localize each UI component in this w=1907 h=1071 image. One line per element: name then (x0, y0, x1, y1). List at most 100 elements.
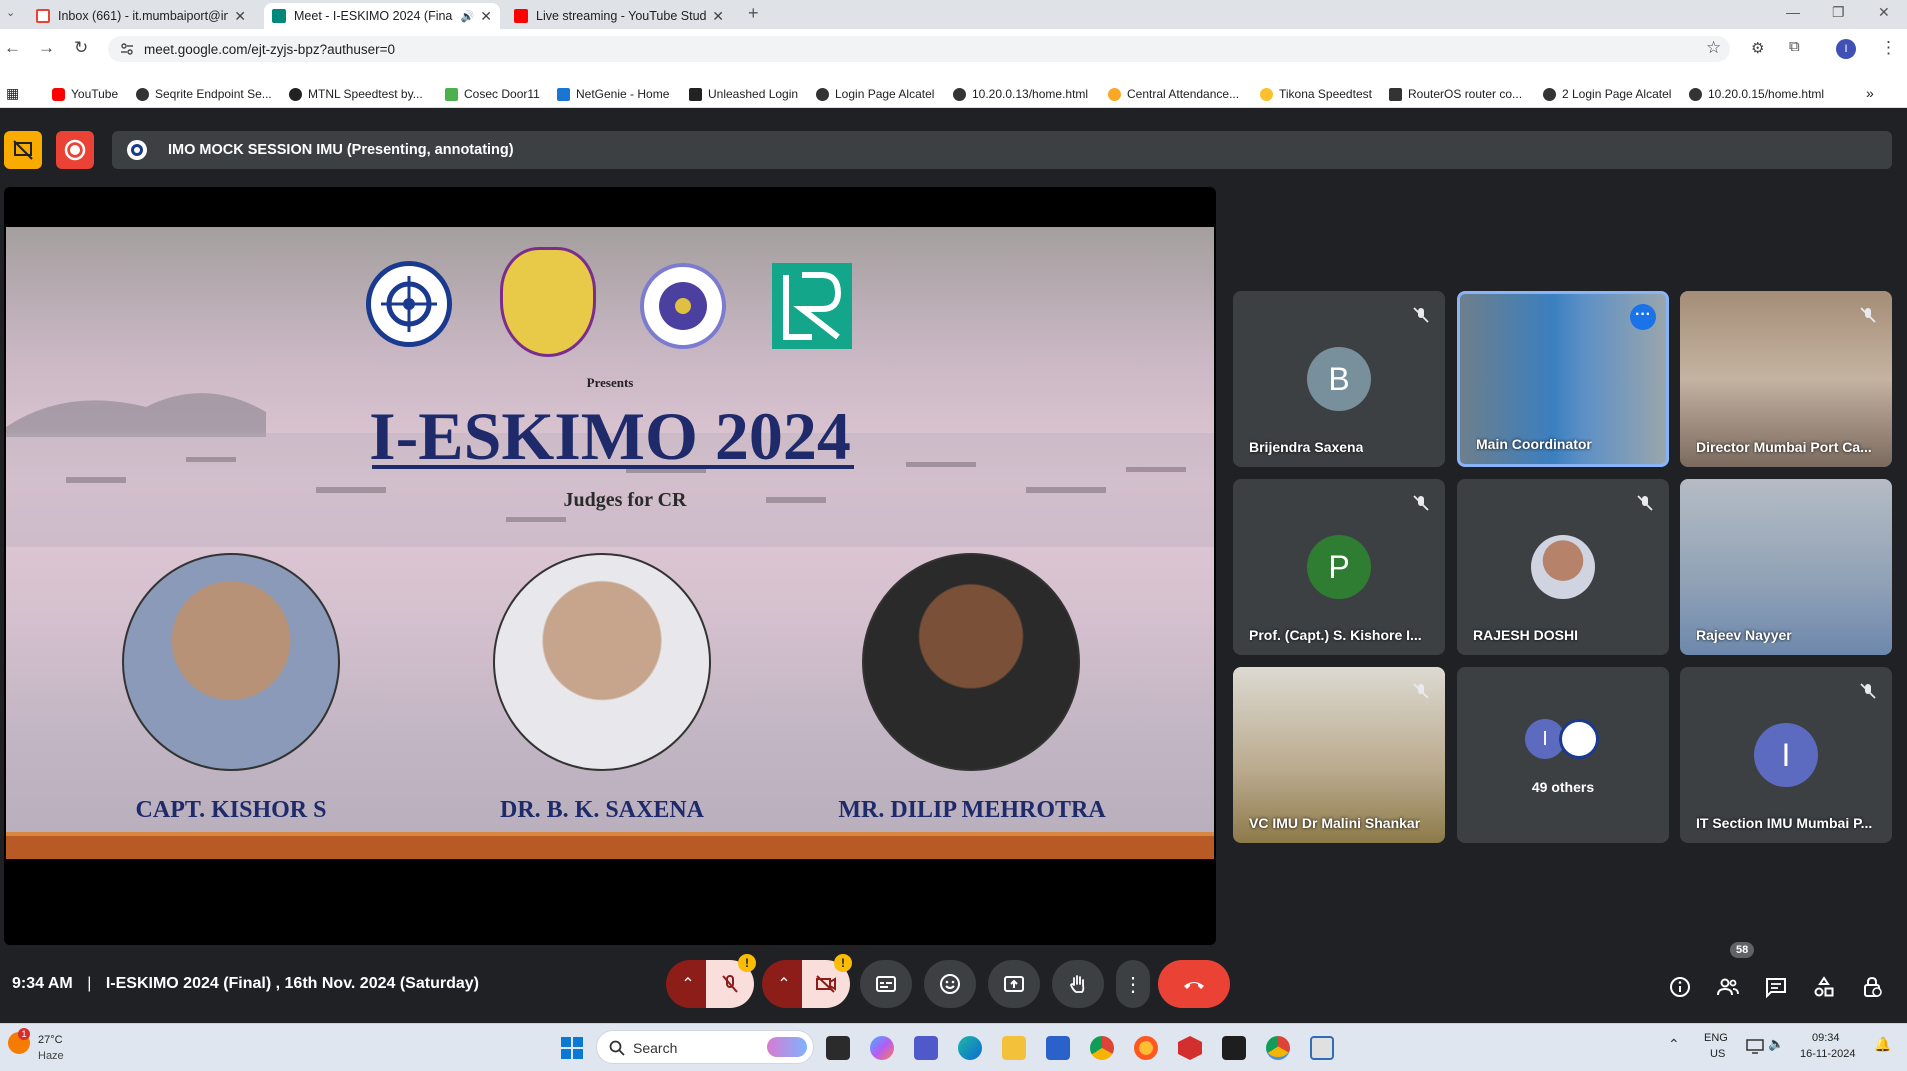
close-tab-icon[interactable]: ✕ (480, 8, 492, 25)
bookmark-youtube[interactable]: YouTube (52, 87, 118, 101)
back-icon[interactable]: ← (4, 38, 21, 58)
close-tab-icon[interactable]: ✕ (712, 8, 724, 25)
seqrite-icon (136, 87, 149, 101)
notification-bell-icon[interactable]: 🔔 (1874, 1036, 1891, 1053)
edge-icon[interactable] (958, 1036, 982, 1060)
bookmark-10-20-0-15[interactable]: 10.20.0.15/home.html (1689, 87, 1824, 101)
task-view-icon[interactable] (826, 1036, 850, 1060)
tab-search-chevron-icon[interactable]: ⌄ (6, 6, 15, 19)
bookmark-label: 10.20.0.13/home.html (972, 87, 1089, 101)
profile-avatar[interactable]: I (1836, 39, 1856, 59)
reload-icon[interactable]: ↻ (74, 38, 88, 58)
camera-toggle-button[interactable]: ! (802, 954, 852, 1008)
bookmark-star-icon[interactable]: ☆ (1706, 38, 1721, 58)
site-info-icon[interactable] (120, 42, 134, 56)
participant-tile[interactable]: Rajeev Nayyer (1680, 479, 1892, 655)
raise-hand-button[interactable] (1052, 960, 1104, 1008)
close-window-icon[interactable]: ✕ (1878, 4, 1890, 21)
address-bar[interactable]: meet.google.com/ejt-zyjs-bpz?authuser=0 … (108, 36, 1730, 62)
tab-gmail-inbox[interactable]: Inbox (661) - it.mumbaiport@in ✕ (28, 3, 254, 29)
more-vert-icon: ⋮ (1123, 973, 1143, 996)
meeting-info-icon[interactable] (1668, 975, 1692, 999)
chat-icon[interactable] (1764, 975, 1788, 999)
participant-tile[interactable]: I IT Section IMU Mumbai P... (1680, 667, 1892, 843)
show-hidden-icons[interactable]: ⌃ (1668, 1036, 1680, 1053)
language-indicator[interactable]: ENG (1704, 1032, 1728, 1044)
apps-grid-icon[interactable]: ▦ (6, 85, 19, 102)
activities-icon[interactable] (1812, 975, 1836, 999)
anydesk-icon[interactable] (1178, 1036, 1202, 1060)
bookmark-alcatel[interactable]: Login Page Alcatel (816, 87, 934, 101)
participant-tile[interactable]: RAJESH DOSHI (1457, 479, 1669, 655)
chevron-up-icon: ⌃ (777, 976, 791, 993)
extension-icon[interactable]: ⚙ (1751, 39, 1764, 57)
forward-icon[interactable]: → (38, 38, 55, 58)
clock-date[interactable]: 16-11-2024 (1800, 1048, 1855, 1060)
bookmark-10-20-0-13[interactable]: 10.20.0.13/home.html (953, 87, 1088, 101)
cosec-icon (445, 87, 458, 101)
url-text[interactable]: meet.google.com/ejt-zyjs-bpz?authuser=0 (144, 42, 395, 57)
extensions-puzzle-icon[interactable]: ⧉ (1789, 38, 1800, 55)
clock-time[interactable]: 09:34 (1812, 1032, 1840, 1044)
video-options-button[interactable]: ⌃ (762, 960, 806, 1008)
windows-start-icon[interactable] (560, 1036, 584, 1060)
bookmark-routeros[interactable]: RouterOS router co... (1389, 87, 1522, 101)
vs-icon[interactable] (1046, 1036, 1070, 1060)
record-icon (64, 139, 86, 161)
more-bookmarks-icon[interactable]: » (1866, 85, 1874, 101)
leave-call-button[interactable] (1158, 960, 1230, 1008)
bookmark-seqrite[interactable]: Seqrite Endpoint Se... (136, 87, 272, 101)
stop-presenting-button[interactable] (4, 131, 42, 169)
bookmark-mtnl[interactable]: MTNL Speedtest by... (289, 87, 423, 101)
recording-button[interactable] (56, 131, 94, 169)
browser-menu-icon[interactable]: ⋮ (1880, 38, 1897, 58)
mic-off-icon (1860, 683, 1876, 699)
more-options-icon[interactable]: ··· (1630, 304, 1656, 330)
new-tab-button[interactable]: + (748, 3, 759, 24)
tab-youtube-studio[interactable]: Live streaming - YouTube Studi ✕ (506, 3, 732, 29)
camera-off-icon (816, 975, 836, 993)
copilot-icon[interactable] (870, 1036, 894, 1060)
bookmarks-bar: ▦ YouTube Seqrite Endpoint Se... MTNL Sp… (0, 81, 1907, 108)
host-controls-icon[interactable] (1860, 975, 1884, 999)
others-tile[interactable]: I 49 others (1457, 667, 1669, 843)
region-indicator[interactable]: US (1710, 1048, 1725, 1060)
bookmark-alcatel-2[interactable]: 2 Login Page Alcatel (1543, 87, 1671, 101)
terminal-icon[interactable] (1222, 1036, 1246, 1060)
participant-tile[interactable]: VC IMU Dr Malini Shankar (1233, 667, 1445, 843)
restore-window-icon[interactable]: ❐ (1832, 4, 1845, 21)
bookmark-central-attendance[interactable]: Central Attendance... (1108, 87, 1239, 101)
bookmark-unleashed[interactable]: Unleashed Login (689, 87, 798, 101)
file-explorer-icon[interactable] (1002, 1036, 1026, 1060)
audio-options-button[interactable]: ⌃ (666, 960, 710, 1008)
audio-playing-icon[interactable]: 🔊 (461, 10, 475, 23)
participant-tile[interactable]: P Prof. (Capt.) S. Kishore I... (1233, 479, 1445, 655)
teams-icon[interactable] (914, 1036, 938, 1060)
taskbar-search[interactable]: Search (596, 1030, 814, 1064)
participant-tile[interactable]: Director Mumbai Port Ca... (1680, 291, 1892, 467)
captions-button[interactable] (860, 960, 912, 1008)
present-screen-icon (1004, 976, 1024, 992)
participant-tile[interactable]: B Brijendra Saxena (1233, 291, 1445, 467)
minimize-window-icon[interactable]: — (1786, 4, 1800, 20)
globe-icon (1543, 87, 1556, 101)
more-options-button[interactable]: ⋮ (1116, 960, 1150, 1008)
firefox-icon[interactable] (1134, 1036, 1158, 1060)
network-icon[interactable] (1746, 1038, 1764, 1054)
chrome-active-icon[interactable] (1266, 1036, 1290, 1060)
people-icon[interactable] (1716, 975, 1740, 999)
bookmark-netgenie[interactable]: NetGenie - Home (557, 87, 669, 101)
chrome-icon[interactable] (1090, 1036, 1114, 1060)
tab-google-meet[interactable]: Meet - I-ESKIMO 2024 (Fina 🔊 ✕ (264, 3, 500, 29)
reactions-button[interactable] (924, 960, 976, 1008)
present-off-icon (13, 140, 33, 160)
bookmark-cosec[interactable]: Cosec Door11 (445, 87, 540, 101)
snipping-tool-icon[interactable] (1310, 1036, 1334, 1060)
volume-icon[interactable]: 🔈 (1768, 1036, 1784, 1052)
mic-toggle-button[interactable]: ! (706, 954, 756, 1008)
presentation-stage: Presents I-ESKIMO 2024 Judges for CR CAP… (4, 187, 1216, 945)
bookmark-tikona[interactable]: Tikona Speedtest (1260, 87, 1372, 101)
present-screen-button[interactable] (988, 960, 1040, 1008)
close-tab-icon[interactable]: ✕ (234, 8, 246, 25)
participant-tile-active-speaker[interactable]: ··· Main Coordinator (1457, 291, 1669, 467)
